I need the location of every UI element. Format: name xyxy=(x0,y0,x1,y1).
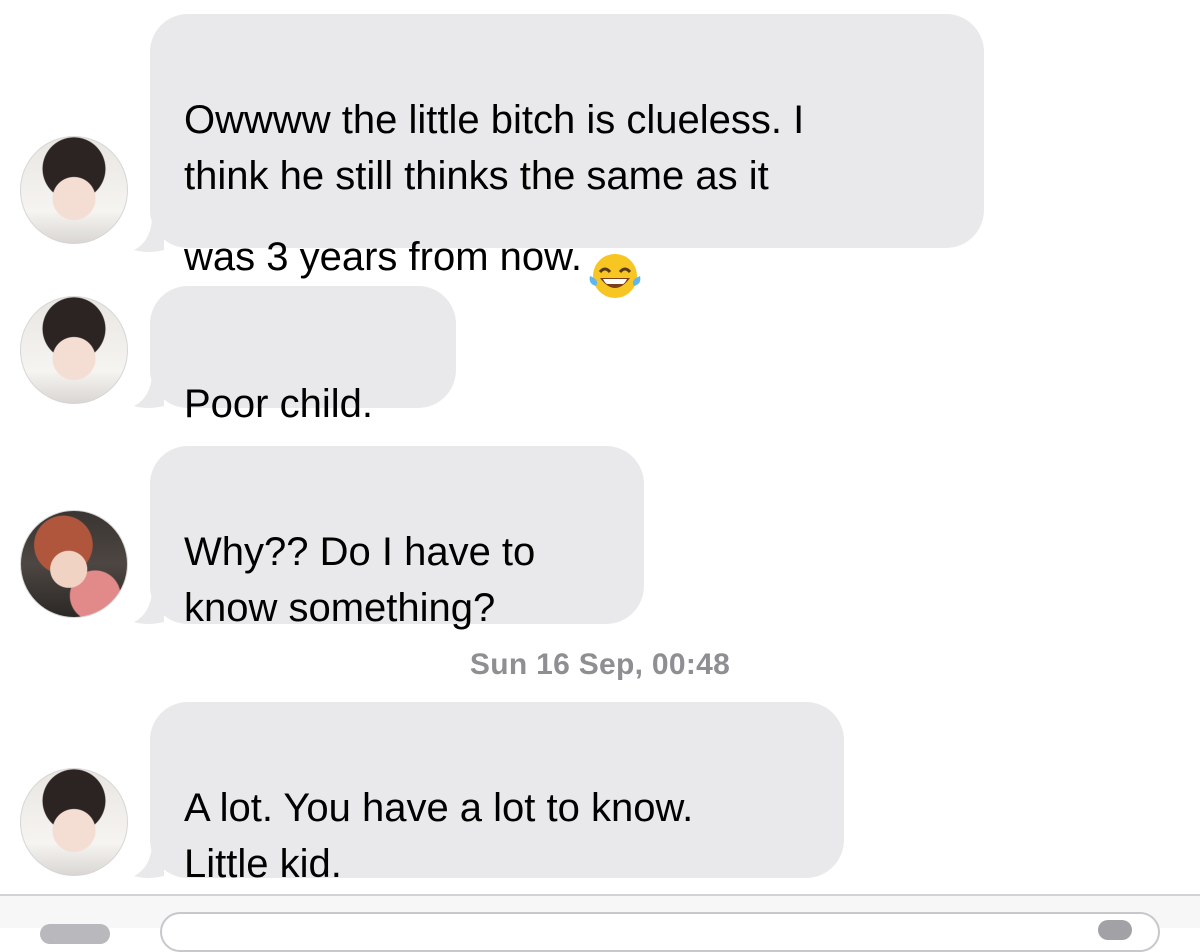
contact-avatar[interactable] xyxy=(20,510,128,618)
contact-avatar[interactable] xyxy=(20,136,128,244)
message-input[interactable] xyxy=(160,912,1160,952)
face-with-tears-of-joy-icon xyxy=(588,194,642,315)
message-bubble[interactable]: Owwww the little bitch is clueless. I th… xyxy=(150,14,984,298)
top-timestamp-fragment xyxy=(595,0,635,4)
message-text: Why?? Do I have to know something? xyxy=(184,530,536,630)
message-text: Owwww the little bitch is clueless. I th… xyxy=(184,98,805,280)
contact-avatar[interactable] xyxy=(20,296,128,404)
message-bubble[interactable]: Why?? Do I have to know something? xyxy=(150,446,644,630)
microphone-icon[interactable] xyxy=(1098,920,1132,940)
message-timestamp: Sun 16 Sep, 00:48 xyxy=(469,648,731,681)
app-drawer-icon[interactable] xyxy=(40,924,110,944)
contact-avatar[interactable] xyxy=(20,768,128,876)
message-text: Poor child. xyxy=(184,382,373,426)
message-bubble[interactable]: Poor child. xyxy=(150,286,456,426)
message-text: A lot. You have a lot to know. Little ki… xyxy=(184,786,694,886)
message-bubble[interactable]: A lot. You have a lot to know. Little ki… xyxy=(150,702,844,886)
